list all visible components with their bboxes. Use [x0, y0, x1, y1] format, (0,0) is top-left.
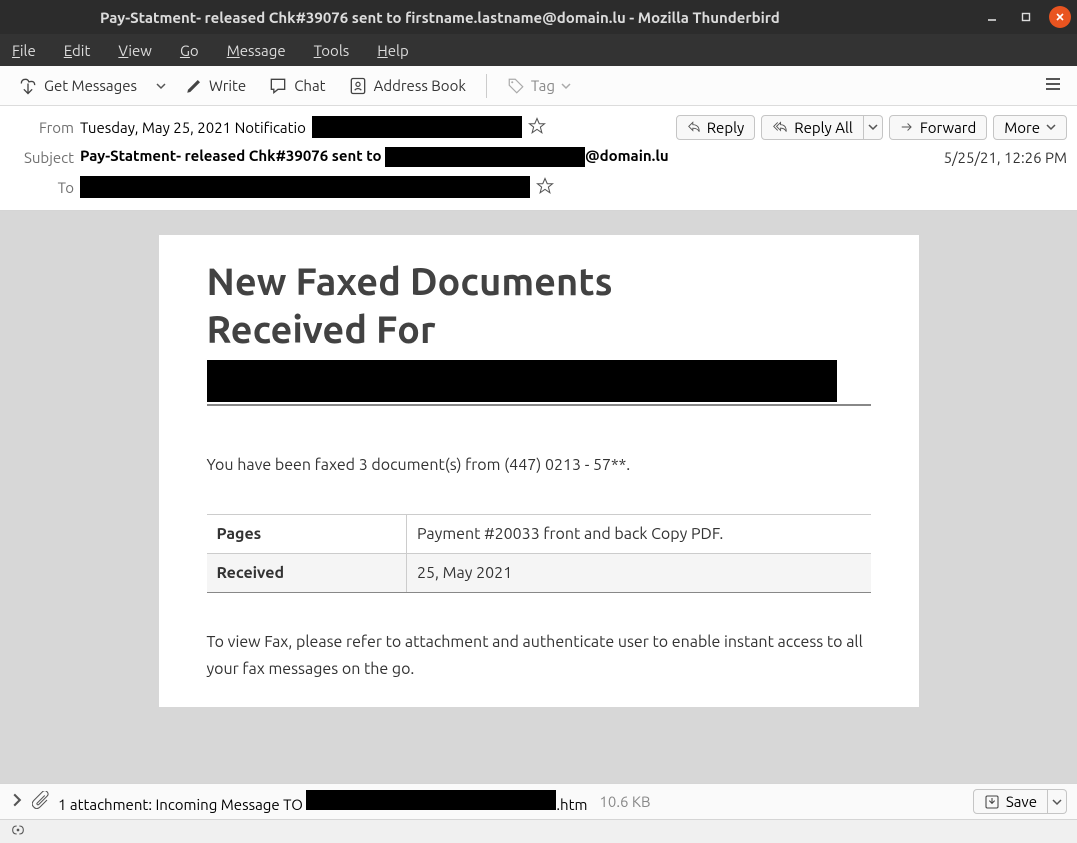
window-minimize-button[interactable]: [981, 6, 1003, 28]
star-outline-icon: [536, 177, 554, 195]
close-icon: [1054, 11, 1066, 23]
more-button[interactable]: More: [993, 115, 1067, 140]
chat-icon: [268, 76, 288, 96]
body-table: Pages Payment #20033 front and back Copy…: [207, 514, 871, 593]
paperclip-icon: [32, 791, 50, 812]
chevron-down-icon: [561, 81, 571, 91]
message-date: 5/25/21, 12:26 PM: [944, 149, 1067, 166]
table-key: Received: [207, 554, 407, 593]
body-title-redacted: [207, 360, 837, 402]
maximize-icon: [1020, 11, 1032, 23]
save-icon: [984, 794, 1000, 810]
toolbar-separator: [486, 74, 487, 98]
status-bar: [0, 819, 1077, 843]
tag-label: Tag: [531, 77, 555, 94]
pencil-icon: [185, 77, 203, 95]
email-content: New Faxed Documents Received For You hav…: [159, 235, 919, 707]
body-instructions: To view Fax, please refer to attachment …: [207, 629, 871, 683]
attachment-bar: 1 attachment: Incoming Message TO .htm 1…: [0, 783, 1077, 819]
from-redacted: [312, 116, 522, 138]
attachment-size: 10.6 KB: [599, 793, 650, 810]
reply-all-dropdown[interactable]: [864, 115, 883, 140]
body-divider: [207, 404, 871, 406]
addressbook-icon: [348, 76, 368, 96]
app-menu-button[interactable]: [1039, 70, 1067, 102]
body-intro: You have been faxed 3 document(s) from (…: [207, 456, 871, 474]
to-redacted: [80, 176, 530, 198]
table-val: 25, May 2021: [407, 554, 871, 593]
subject-value: Pay-Statment- released Chk#39076 sent to…: [80, 147, 669, 167]
from-value-prefix: Tuesday, May 25, 2021 Notificatio: [80, 119, 306, 136]
menu-edit[interactable]: Edit: [64, 42, 91, 59]
write-button[interactable]: Write: [177, 73, 254, 99]
chevron-down-icon: [156, 81, 166, 91]
from-label: From: [10, 119, 74, 136]
window-close-button[interactable]: [1049, 6, 1071, 28]
chat-button[interactable]: Chat: [260, 72, 333, 100]
menu-file[interactable]: File: [12, 42, 36, 59]
get-messages-label: Get Messages: [44, 77, 137, 94]
star-to-button[interactable]: [536, 177, 554, 198]
menu-view[interactable]: View: [118, 42, 152, 59]
tag-icon: [507, 77, 525, 95]
minimize-icon: [986, 11, 998, 23]
to-label: To: [10, 179, 74, 196]
address-book-label: Address Book: [374, 77, 466, 94]
chevron-down-icon: [1052, 797, 1062, 807]
write-label: Write: [209, 77, 246, 94]
table-key: Pages: [207, 515, 407, 554]
get-messages-dropdown[interactable]: [151, 72, 171, 100]
reply-all-icon: [772, 120, 788, 134]
hamburger-icon: [1043, 74, 1063, 94]
reply-icon: [687, 120, 701, 134]
window-title: Pay-Statment- released Chk#39076 sent to…: [100, 9, 780, 26]
star-outline-icon: [528, 117, 546, 135]
menu-message[interactable]: Message: [227, 42, 286, 59]
table-val: Payment #20033 front and back Copy PDF.: [407, 515, 871, 554]
body-title: New Faxed Documents Received For: [207, 259, 871, 354]
chevron-right-icon: [10, 793, 24, 807]
save-dropdown[interactable]: [1048, 789, 1067, 814]
online-status-icon[interactable]: [10, 822, 26, 841]
get-messages-button[interactable]: Get Messages: [10, 72, 145, 100]
star-button[interactable]: [528, 117, 546, 138]
forward-icon: [900, 120, 914, 134]
menu-go[interactable]: Go: [180, 42, 199, 59]
save-button[interactable]: Save: [973, 789, 1048, 814]
subject-redacted: [385, 147, 585, 167]
tag-button[interactable]: Tag: [499, 73, 579, 99]
message-header: From Tuesday, May 25, 2021 Notificatio R…: [0, 106, 1077, 211]
chevron-down-icon: [1046, 122, 1056, 132]
menu-bar: File Edit View Go Message Tools Help: [0, 34, 1077, 66]
table-row: Pages Payment #20033 front and back Copy…: [207, 515, 871, 554]
download-cloud-icon: [18, 76, 38, 96]
window-maximize-button[interactable]: [1015, 6, 1037, 28]
table-row: Received 25, May 2021: [207, 554, 871, 593]
reply-all-button[interactable]: Reply All: [761, 115, 864, 140]
reply-button[interactable]: Reply: [676, 115, 756, 140]
attachment-label[interactable]: 1 attachment: Incoming Message TO .htm: [58, 790, 587, 813]
attachment-redacted: [306, 790, 556, 810]
header-actions: Reply Reply All Forward More: [676, 115, 1067, 140]
subject-label: Subject: [10, 149, 74, 166]
forward-button[interactable]: Forward: [889, 115, 987, 140]
message-body-area: New Faxed Documents Received For You hav…: [0, 211, 1077, 783]
chat-label: Chat: [294, 77, 325, 94]
address-book-button[interactable]: Address Book: [340, 72, 474, 100]
main-toolbar: Get Messages Write Chat Address Book Tag: [0, 66, 1077, 106]
attachment-expand[interactable]: [10, 793, 24, 810]
menu-help[interactable]: Help: [377, 42, 408, 59]
window-titlebar: Pay-Statment- released Chk#39076 sent to…: [0, 0, 1077, 34]
chevron-down-icon: [868, 122, 878, 132]
menu-tools[interactable]: Tools: [314, 42, 350, 59]
